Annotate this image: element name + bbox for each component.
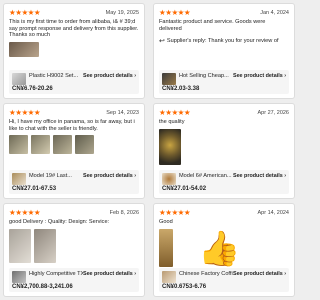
see-product-details-link[interactable]: See product details › — [83, 73, 136, 79]
review-date: Feb 8, 2026 — [109, 209, 139, 216]
review-card: ★★★★★ Apr 14, 2024 Good 👍 Chinese Factor… — [153, 203, 295, 297]
star-rating: ★★★★★ — [159, 208, 191, 217]
review-card: ★★★★★ Sep 14, 2023 Hi, I have my office … — [3, 103, 145, 199]
supplier-reply-text: Supplier's reply: Thank you for your rev… — [166, 38, 279, 45]
review-text: Fantastic product and service. Goods wer… — [159, 19, 266, 32]
product-name: Model 6# American... — [179, 173, 232, 179]
product-info[interactable]: Highly Competitive TX See product detail… — [9, 268, 139, 292]
see-product-details-link[interactable]: See product details › — [83, 271, 136, 277]
see-product-details-link[interactable]: See product details › — [83, 173, 136, 179]
product-info[interactable]: Plastic H9002 Set... See product details… — [9, 70, 139, 94]
review-card: ★★★★★ Apr 27, 2026 the quality Model 6# … — [153, 103, 295, 199]
product-name: Plastic H9002 Set... — [29, 73, 79, 79]
product-thumbnail — [162, 73, 176, 85]
product-price: CN¥27.01-54.02 — [162, 186, 207, 192]
review-text: This is my first time to order from alib… — [9, 19, 139, 39]
review-text: Good — [159, 219, 173, 225]
product-thumbnail — [162, 271, 176, 283]
product-thumbnail — [12, 173, 26, 185]
product-info[interactable]: Chinese Factory Coffin... See product de… — [159, 268, 289, 292]
review-photo[interactable] — [75, 135, 94, 155]
product-info[interactable]: Hot Selling Cheap... See product details… — [159, 70, 289, 94]
review-photo[interactable] — [159, 128, 181, 165]
review-text: the quality — [159, 119, 185, 125]
star-rating: ★★★★★ — [9, 8, 41, 17]
see-product-details-link[interactable]: See product details › — [233, 73, 286, 79]
supplier-reply[interactable]: ↩ Supplier's reply: Thank you for your r… — [159, 37, 289, 45]
reviews-grid: ★★★★★ May 19, 2025 This is my first time… — [0, 0, 300, 300]
reply-arrow-icon: ↩ — [159, 37, 165, 46]
product-name: Model 19# Last... — [29, 173, 72, 179]
review-photo[interactable] — [53, 135, 72, 155]
review-photos — [159, 128, 289, 165]
star-rating: ★★★★★ — [159, 108, 191, 117]
review-card: ★★★★★ May 19, 2025 This is my first time… — [3, 3, 145, 99]
review-card: ★★★★★ Jan 4, 2024 Fantastic product and … — [153, 3, 295, 99]
review-photo[interactable] — [9, 135, 28, 155]
review-photos — [9, 228, 139, 263]
review-card: ★★★★★ Feb 8, 2026 good Delivery : Qualit… — [3, 203, 145, 297]
review-text: Hi, I have my office in panama, so is fa… — [9, 119, 135, 132]
see-product-details-link[interactable]: See product details › — [233, 271, 286, 277]
product-name: Chinese Factory Coffin... — [179, 271, 233, 277]
product-price: CN¥2.03-3.38 — [162, 86, 200, 92]
review-photos — [9, 135, 139, 155]
review-photos — [9, 41, 139, 57]
product-info[interactable]: Model 6# American... See product details… — [159, 170, 289, 194]
product-name: Hot Selling Cheap... — [179, 73, 229, 79]
product-thumbnail — [162, 173, 176, 185]
review-photo[interactable] — [34, 228, 56, 263]
product-name: Highly Competitive TX — [29, 271, 83, 277]
review-photo[interactable] — [31, 135, 50, 155]
product-price: CN¥27.01-67.53 — [12, 186, 57, 192]
star-rating: ★★★★★ — [9, 108, 41, 117]
thumbs-up-icon: 👍 — [198, 228, 241, 269]
review-photo[interactable] — [159, 228, 173, 267]
review-text: good Delivery : Quality: Design: Service… — [9, 219, 110, 225]
review-date: Jan 4, 2024 — [260, 9, 289, 16]
review-photo[interactable] — [9, 41, 39, 57]
review-date: Sep 14, 2023 — [106, 109, 139, 116]
product-price: CN¥6.76-20.26 — [12, 86, 53, 92]
product-thumbnail — [12, 271, 26, 283]
review-photo[interactable] — [9, 228, 31, 263]
review-photos: 👍 — [159, 228, 289, 269]
review-date: Apr 27, 2026 — [257, 109, 290, 116]
star-rating: ★★★★★ — [159, 8, 191, 17]
review-date: May 19, 2025 — [105, 9, 139, 16]
product-info[interactable]: Model 19# Last... See product details › … — [9, 170, 139, 194]
see-product-details-link[interactable]: See product details › — [233, 173, 286, 179]
product-thumbnail — [12, 73, 26, 85]
product-price: CN¥0.6753-6.76 — [162, 284, 207, 290]
product-price: CN¥2,700.88-3,241.06 — [12, 284, 73, 290]
review-date: Apr 14, 2024 — [257, 209, 290, 216]
star-rating: ★★★★★ — [9, 208, 41, 217]
